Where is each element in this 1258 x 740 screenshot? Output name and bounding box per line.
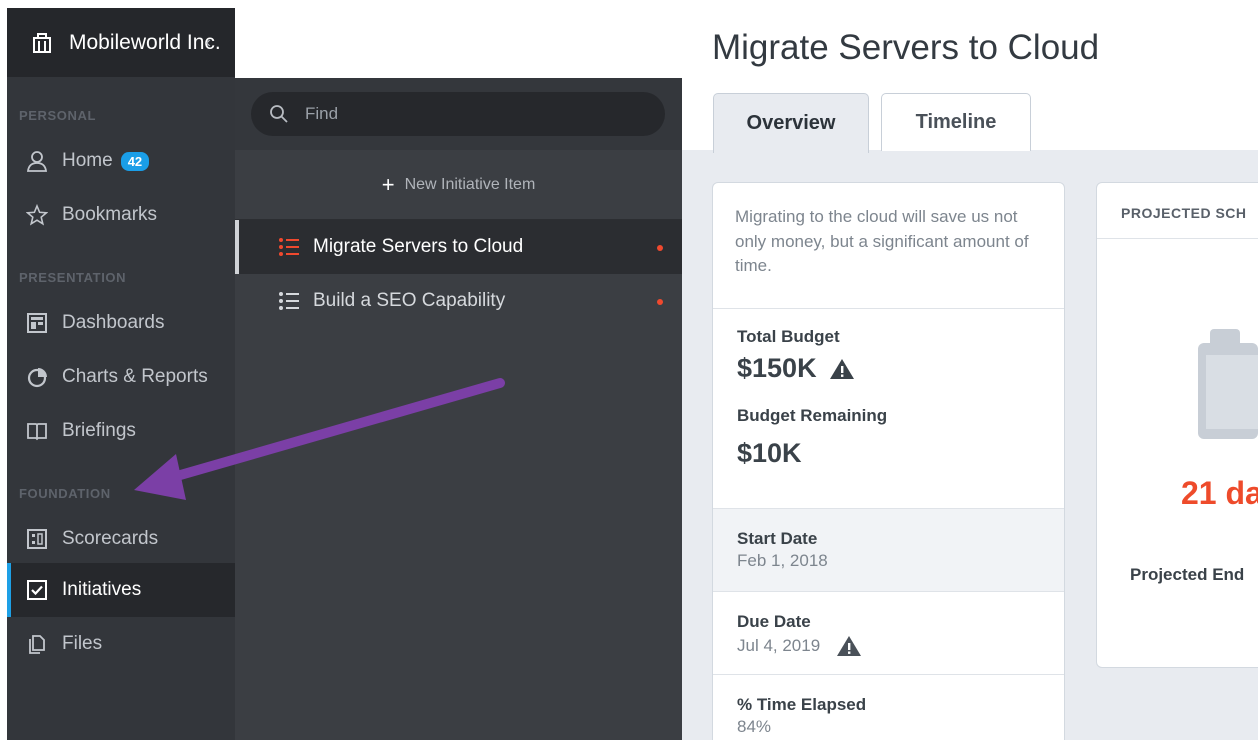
tab-overview[interactable]: Overview xyxy=(713,93,869,153)
book-icon xyxy=(27,423,47,441)
total-budget-value: $150K xyxy=(737,353,1040,384)
sidebar-item-files[interactable]: Files xyxy=(7,617,235,671)
sidebar-item-label: Scorecards xyxy=(62,528,159,549)
initiative-description: Migrating to the cloud will save us not … xyxy=(713,183,1064,309)
pie-chart-icon xyxy=(27,368,47,388)
projected-days-value: 21 da xyxy=(1181,475,1258,511)
sidebar-item-bookmarks[interactable]: Bookmarks xyxy=(7,188,235,242)
org-name: Mobileworld Inc. xyxy=(69,30,221,54)
budget-remaining-label: Budget Remaining xyxy=(737,406,888,425)
section-foundation: FOUNDATION xyxy=(19,486,111,501)
start-date-label: Start Date xyxy=(737,529,818,548)
sidebar-item-scorecards[interactable]: Scorecards xyxy=(7,512,235,566)
sidebar-item-label: Charts & Reports xyxy=(62,366,208,387)
clipboard-icon xyxy=(1198,329,1258,439)
status-dot xyxy=(657,245,663,251)
collapse-chevron-icon[interactable]: ‹ xyxy=(206,34,211,52)
sidebar-item-dashboards[interactable]: Dashboards xyxy=(7,296,235,350)
due-date-value: Jul 4, 2019 xyxy=(737,634,1040,658)
search-bar xyxy=(235,78,682,150)
overview-card: Migrating to the cloud will save us not … xyxy=(712,182,1065,740)
search-box[interactable] xyxy=(251,92,665,136)
dashboard-icon xyxy=(27,313,47,333)
budget-section: Total Budget $150K Budget Remaining $10K xyxy=(713,309,1064,509)
sidebar-item-label: Initiatives xyxy=(62,579,142,600)
building-icon xyxy=(33,32,51,53)
star-icon xyxy=(26,204,48,226)
due-date-text: Jul 4, 2019 xyxy=(737,636,821,655)
due-date-row: Due Date Jul 4, 2019 xyxy=(713,592,1064,675)
sidebar-item-label: Dashboards xyxy=(62,312,165,333)
files-icon xyxy=(29,635,45,654)
time-elapsed-label: % Time Elapsed xyxy=(737,695,867,714)
page-title: Migrate Servers to Cloud xyxy=(712,28,1100,67)
status-dot xyxy=(657,299,663,305)
projected-schedule-header: PROJECTED SCH xyxy=(1097,183,1258,239)
checkbox-icon xyxy=(27,580,47,600)
warning-icon xyxy=(829,358,854,379)
sidebar: Mobileworld Inc. ‹ PERSONAL Home 42 Book… xyxy=(7,8,235,740)
start-date-row: Start Date Feb 1, 2018 xyxy=(713,509,1064,592)
search-input[interactable] xyxy=(305,104,605,124)
user-icon xyxy=(26,151,48,172)
start-date-value: Feb 1, 2018 xyxy=(737,551,828,570)
list-item-build-seo[interactable]: Build a SEO Capability xyxy=(235,274,682,328)
sidebar-item-label: Bookmarks xyxy=(62,204,158,225)
main-content: Migrate Servers to Cloud Overview Timeli… xyxy=(682,0,1258,740)
org-header[interactable]: Mobileworld Inc. ‹ xyxy=(7,8,235,77)
search-icon xyxy=(270,105,288,123)
new-initiative-item-label: New Initiative Item xyxy=(404,175,536,193)
list-icon xyxy=(279,238,299,256)
projected-schedule-card: PROJECTED SCH 21 da Projected End xyxy=(1096,182,1258,668)
list-item-migrate-servers[interactable]: Migrate Servers to Cloud xyxy=(235,220,682,274)
sidebar-item-label: Briefings xyxy=(62,420,136,441)
projected-end-label: Projected End xyxy=(1130,565,1245,584)
sidebar-item-home[interactable]: Home 42 xyxy=(7,134,235,188)
new-initiative-item-button[interactable]: + New Initiative Item xyxy=(235,150,682,220)
list-item-label: Migrate Servers to Cloud xyxy=(313,236,524,257)
sidebar-item-label: Home xyxy=(62,150,113,171)
sidebar-item-charts-reports[interactable]: Charts & Reports xyxy=(7,350,235,404)
total-budget-label: Total Budget xyxy=(737,327,840,346)
sidebar-item-label: Files xyxy=(62,633,103,654)
list-icon xyxy=(279,292,299,310)
due-date-label: Due Date xyxy=(737,612,811,631)
section-presentation: PRESENTATION xyxy=(19,270,127,285)
initiative-list-panel: + New Initiative Item Migrate Servers to… xyxy=(235,78,682,740)
budget-remaining-value: $10K xyxy=(737,438,802,468)
warning-icon xyxy=(837,636,862,656)
time-elapsed-value: 84% xyxy=(737,717,772,736)
notification-badge: 42 xyxy=(120,151,150,171)
time-elapsed-row: % Time Elapsed 84% xyxy=(713,675,1064,740)
list-item-label: Build a SEO Capability xyxy=(313,290,506,311)
scorecard-icon xyxy=(27,529,47,549)
plus-icon: + xyxy=(381,171,395,197)
total-budget-amount: $150K xyxy=(737,353,817,383)
tab-timeline[interactable]: Timeline xyxy=(881,93,1031,151)
sidebar-item-briefings[interactable]: Briefings xyxy=(7,404,235,458)
section-personal: PERSONAL xyxy=(19,108,97,123)
sidebar-item-initiatives[interactable]: Initiatives xyxy=(7,563,235,617)
